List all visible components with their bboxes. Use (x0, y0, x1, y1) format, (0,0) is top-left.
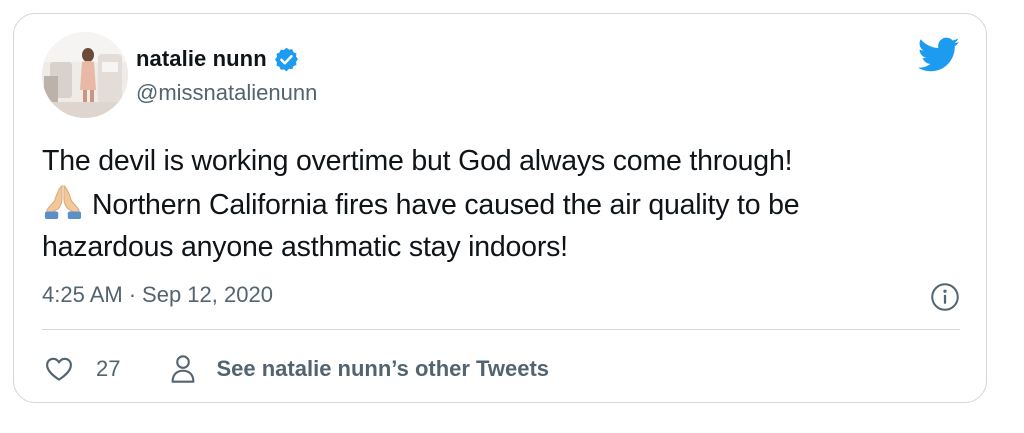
like-button[interactable]: 27 (44, 354, 120, 384)
timestamp-separator: · (128, 282, 137, 307)
see-other-tweets-label[interactable]: See natalie nunn’s other Tweets (216, 356, 549, 382)
avatar-photo (42, 32, 128, 118)
tweet-text-line-content: Northern California fires have caused th… (92, 189, 800, 221)
tweet-text-line: The devil is working overtime but God al… (42, 145, 793, 177)
person-icon (172, 355, 195, 383)
tweet-card: natalie nunn @missnatalienunn The devil … (13, 13, 987, 403)
tweet-actions: 27 See natalie nunn’s other Tweets (44, 350, 549, 388)
heart-icon[interactable] (44, 354, 74, 384)
tweet-text-line: hazardous anyone asthmatic stay indoors! (42, 231, 568, 263)
tweet-text-line: Northern California fires have caused th… (42, 182, 972, 226)
tweet-timestamp[interactable]: 4:25 AM · Sep 12, 2020 (42, 282, 273, 308)
author-handle[interactable]: @missnatalienunn (136, 80, 317, 106)
divider (42, 329, 960, 330)
verified-badge-icon (274, 47, 298, 71)
tweet-date[interactable]: Sep 12, 2020 (142, 282, 273, 308)
like-count[interactable]: 27 (96, 356, 120, 382)
author-display-name[interactable]: natalie nunn (136, 46, 267, 72)
twitter-bird-icon[interactable] (918, 37, 960, 73)
tweet-time[interactable]: 4:25 AM (42, 282, 123, 308)
see-other-tweets-link[interactable]: See natalie nunn’s other Tweets (170, 354, 549, 384)
author-name-row[interactable]: natalie nunn (136, 43, 300, 75)
tweet-text: The devil is working overtime but God al… (42, 140, 972, 268)
info-icon[interactable] (930, 282, 960, 312)
folded-hands-emoji (44, 184, 82, 220)
avatar[interactable] (42, 32, 128, 118)
